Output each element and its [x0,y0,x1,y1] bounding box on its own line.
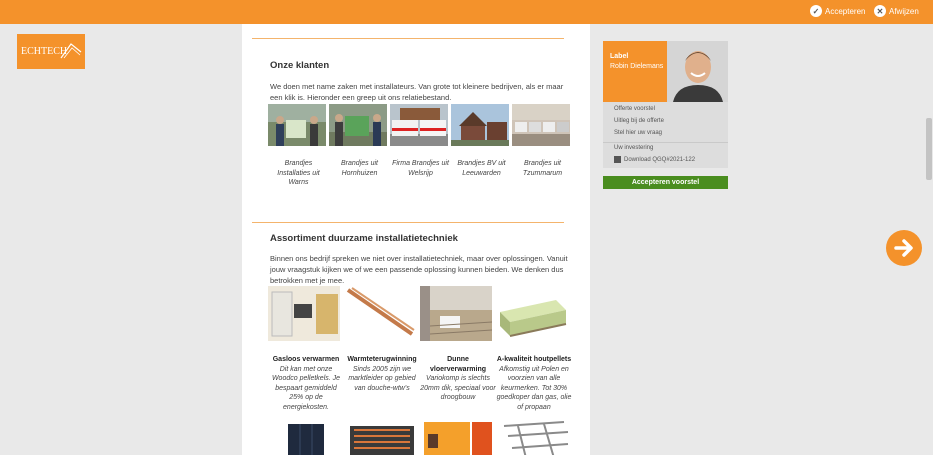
label-value: Robin Dielemans [610,63,664,70]
product-desc: Afkomstig uit Polen en voorzien van alle… [496,365,572,411]
section-divider [252,38,564,39]
assortment-intro: Binnen ons bedrijf spreken we niet over … [270,254,568,285]
product-card[interactable]: Warmteterugwinning Sinds 2005 zijn we ma… [344,286,420,412]
avatar [667,41,728,102]
products-grid: Gasloos verwarmen Dit kan met onze Woodc… [268,286,572,412]
client-card[interactable]: Brandjes Installaties uit Warns [268,104,329,188]
brochure-photo [422,418,494,455]
menu-item-investering[interactable]: Uw investering [603,142,728,154]
client-card[interactable]: Brandjes BV uit Leeuwarden [451,104,512,188]
client-photo [512,104,570,146]
client-caption: Firma Brandjes uit Welsrijp [392,160,449,177]
sidebar-menu: Offerte voorstel Uitleg bij de offerte S… [603,102,728,168]
clients-intro: We doen met name zaken met installateurs… [270,82,564,102]
top-bar: ✓ Accepteren ✕ Afwijzen [0,0,933,24]
accept-action[interactable]: ✓ Accepteren [810,5,865,17]
menu-item-download[interactable]: Download QGQ#2021-122 [603,154,728,166]
download-label: Download QGQ#2021-122 [624,157,696,164]
product-desc: Variokomp is slechts 20mm dik, speciaal … [420,375,496,401]
section-divider [252,222,564,223]
products-row-partial [268,418,572,455]
client-photo [268,104,326,146]
arrow-right-icon [894,239,913,257]
client-photo [451,104,509,146]
main-content: Onze klanten We doen met name zaken met … [242,24,590,455]
client-caption: Brandjes uit Hornhuizen [341,160,378,177]
assortment-title: Assortiment duurzame installatietechniek [270,233,458,244]
solar-panel-photo [270,418,342,455]
scrollbar-thumb[interactable] [926,118,932,180]
accept-proposal-button[interactable]: Accepteren voorstel [603,176,728,189]
floor-heating-photo [346,418,418,455]
product-desc: Sinds 2005 zijn we marktleider op gebied… [348,365,416,392]
sidebar: Label Robin Dielemans Offerte voorstel U… [603,41,728,189]
accept-label: Accepteren [825,6,866,16]
client-card[interactable]: Brandjes uit Tzummarum [512,104,573,188]
label-key: Label [610,53,629,60]
product-card[interactable]: Dunne vloerverwarming Variokomp is slech… [420,286,496,412]
product-photo [420,286,493,341]
reject-label: Afwijzen [889,6,919,16]
product-title: Warmteterugwinning [347,356,417,363]
product-desc: Dit kan met onze Woodco pelletkels. Je b… [271,365,341,411]
menu-item-uitleg[interactable]: Uitleg bij de offerte [603,116,728,128]
download-icon [614,156,621,163]
contact-card: Label Robin Dielemans [603,41,728,102]
client-photo [390,104,448,146]
product-card[interactable]: A-kwaliteit houtpellets Afkomstig uit Po… [496,286,572,412]
product-photo [268,286,340,341]
clients-gallery: Brandjes Installaties uit Warns Brandjes… [268,104,573,188]
mounting-frame-photo [498,418,570,455]
check-icon: ✓ [810,5,822,17]
product-photo [496,286,568,341]
client-caption: Brandjes uit Tzummarum [522,160,563,177]
menu-item-vraag[interactable]: Stel hier uw vraag [603,128,728,140]
clients-title: Onze klanten [270,60,330,71]
product-card[interactable]: Gasloos verwarmen Dit kan met onze Woodc… [268,286,344,412]
next-button[interactable] [886,230,922,266]
logo-roof-icon [60,43,82,59]
client-caption: Brandjes BV uit Leeuwarden [457,160,506,177]
product-title: Gasloos verwarmen [272,356,340,363]
product-title: A-kwaliteit houtpellets [496,356,572,363]
product-photo [344,286,416,341]
client-caption: Brandjes Installaties uit Warns [277,160,320,186]
company-logo[interactable]: ECHTECH [17,34,85,69]
client-photo [329,104,387,146]
client-card[interactable]: Firma Brandjes uit Welsrijp [390,104,451,188]
close-icon: ✕ [874,5,886,17]
menu-item-offerte[interactable]: Offerte voorstel [603,104,728,116]
product-title: Dunne vloerverwarming [429,356,487,373]
reject-action[interactable]: ✕ Afwijzen [874,5,919,17]
client-card[interactable]: Brandjes uit Hornhuizen [329,104,390,188]
